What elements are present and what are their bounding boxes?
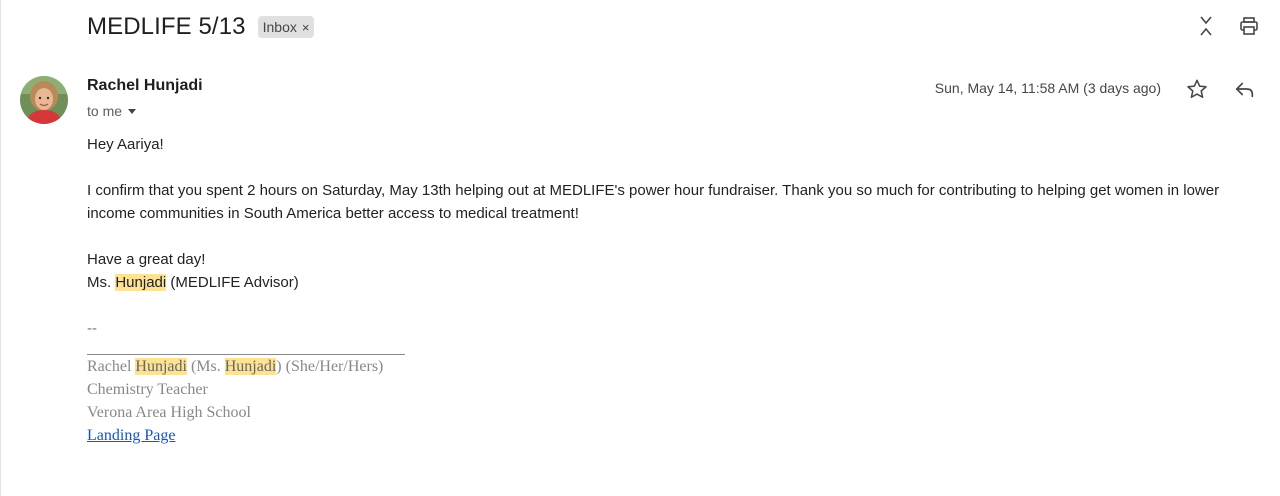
signoff-suffix: (MEDLIFE Advisor) <box>166 274 299 291</box>
subject-row: MEDLIFE 5/13 Inbox × <box>87 12 315 42</box>
search-highlight: Hunjadi <box>224 358 277 375</box>
pane-border <box>0 0 1 496</box>
avatar-photo <box>20 76 68 124</box>
sender-avatar[interactable] <box>20 76 68 124</box>
greeting: Hey Aariya! <box>87 136 164 153</box>
recipient-details-toggle[interactable]: to me <box>87 103 137 119</box>
sig-mid: (Ms. <box>186 358 225 375</box>
collapse-all-icon[interactable] <box>1194 14 1218 38</box>
sig-first-name: Rachel <box>87 358 136 375</box>
signature-school: Verona Area High School <box>87 404 251 421</box>
search-highlight: Hunjadi <box>115 274 167 291</box>
email-subject: MEDLIFE 5/13 <box>87 13 246 40</box>
chevron-down-icon <box>128 108 137 114</box>
print-icon[interactable] <box>1237 14 1261 38</box>
reply-icon[interactable] <box>1233 77 1257 101</box>
sig-pronouns: ) (She/Her/Hers) <box>276 358 384 375</box>
body-paragraph: I confirm that you spent 2 hours on Satu… <box>87 182 1220 222</box>
inbox-label-text: Inbox <box>262 19 297 35</box>
sender-name: Rachel Hunjadi <box>87 77 203 94</box>
star-icon[interactable] <box>1185 77 1209 101</box>
inbox-label-chip[interactable]: Inbox × <box>257 16 315 38</box>
signature-name-line: Rachel Hunjadi (Ms. Hunjadi) (She/Her/He… <box>87 355 1267 378</box>
recipient-text: to me <box>87 103 123 119</box>
email-body: Hey Aariya! I confirm that you spent 2 h… <box>87 133 1267 447</box>
email-date: Sun, May 14, 11:58 AM (3 days ago) <box>934 80 1161 96</box>
signoff-prefix: Ms. <box>87 274 116 291</box>
landing-page-link[interactable]: Landing Page <box>87 427 175 444</box>
search-highlight: Hunjadi <box>135 358 187 375</box>
closing: Have a great day! <box>87 251 206 268</box>
signature-block: Rachel Hunjadi (Ms. Hunjadi) (She/Her/He… <box>87 355 1267 447</box>
signoff: Ms. Hunjadi (MEDLIFE Advisor) <box>87 271 1267 294</box>
remove-label-icon[interactable]: × <box>302 20 310 35</box>
signature-separator: -- <box>87 320 97 337</box>
signature-title: Chemistry Teacher <box>87 381 208 398</box>
